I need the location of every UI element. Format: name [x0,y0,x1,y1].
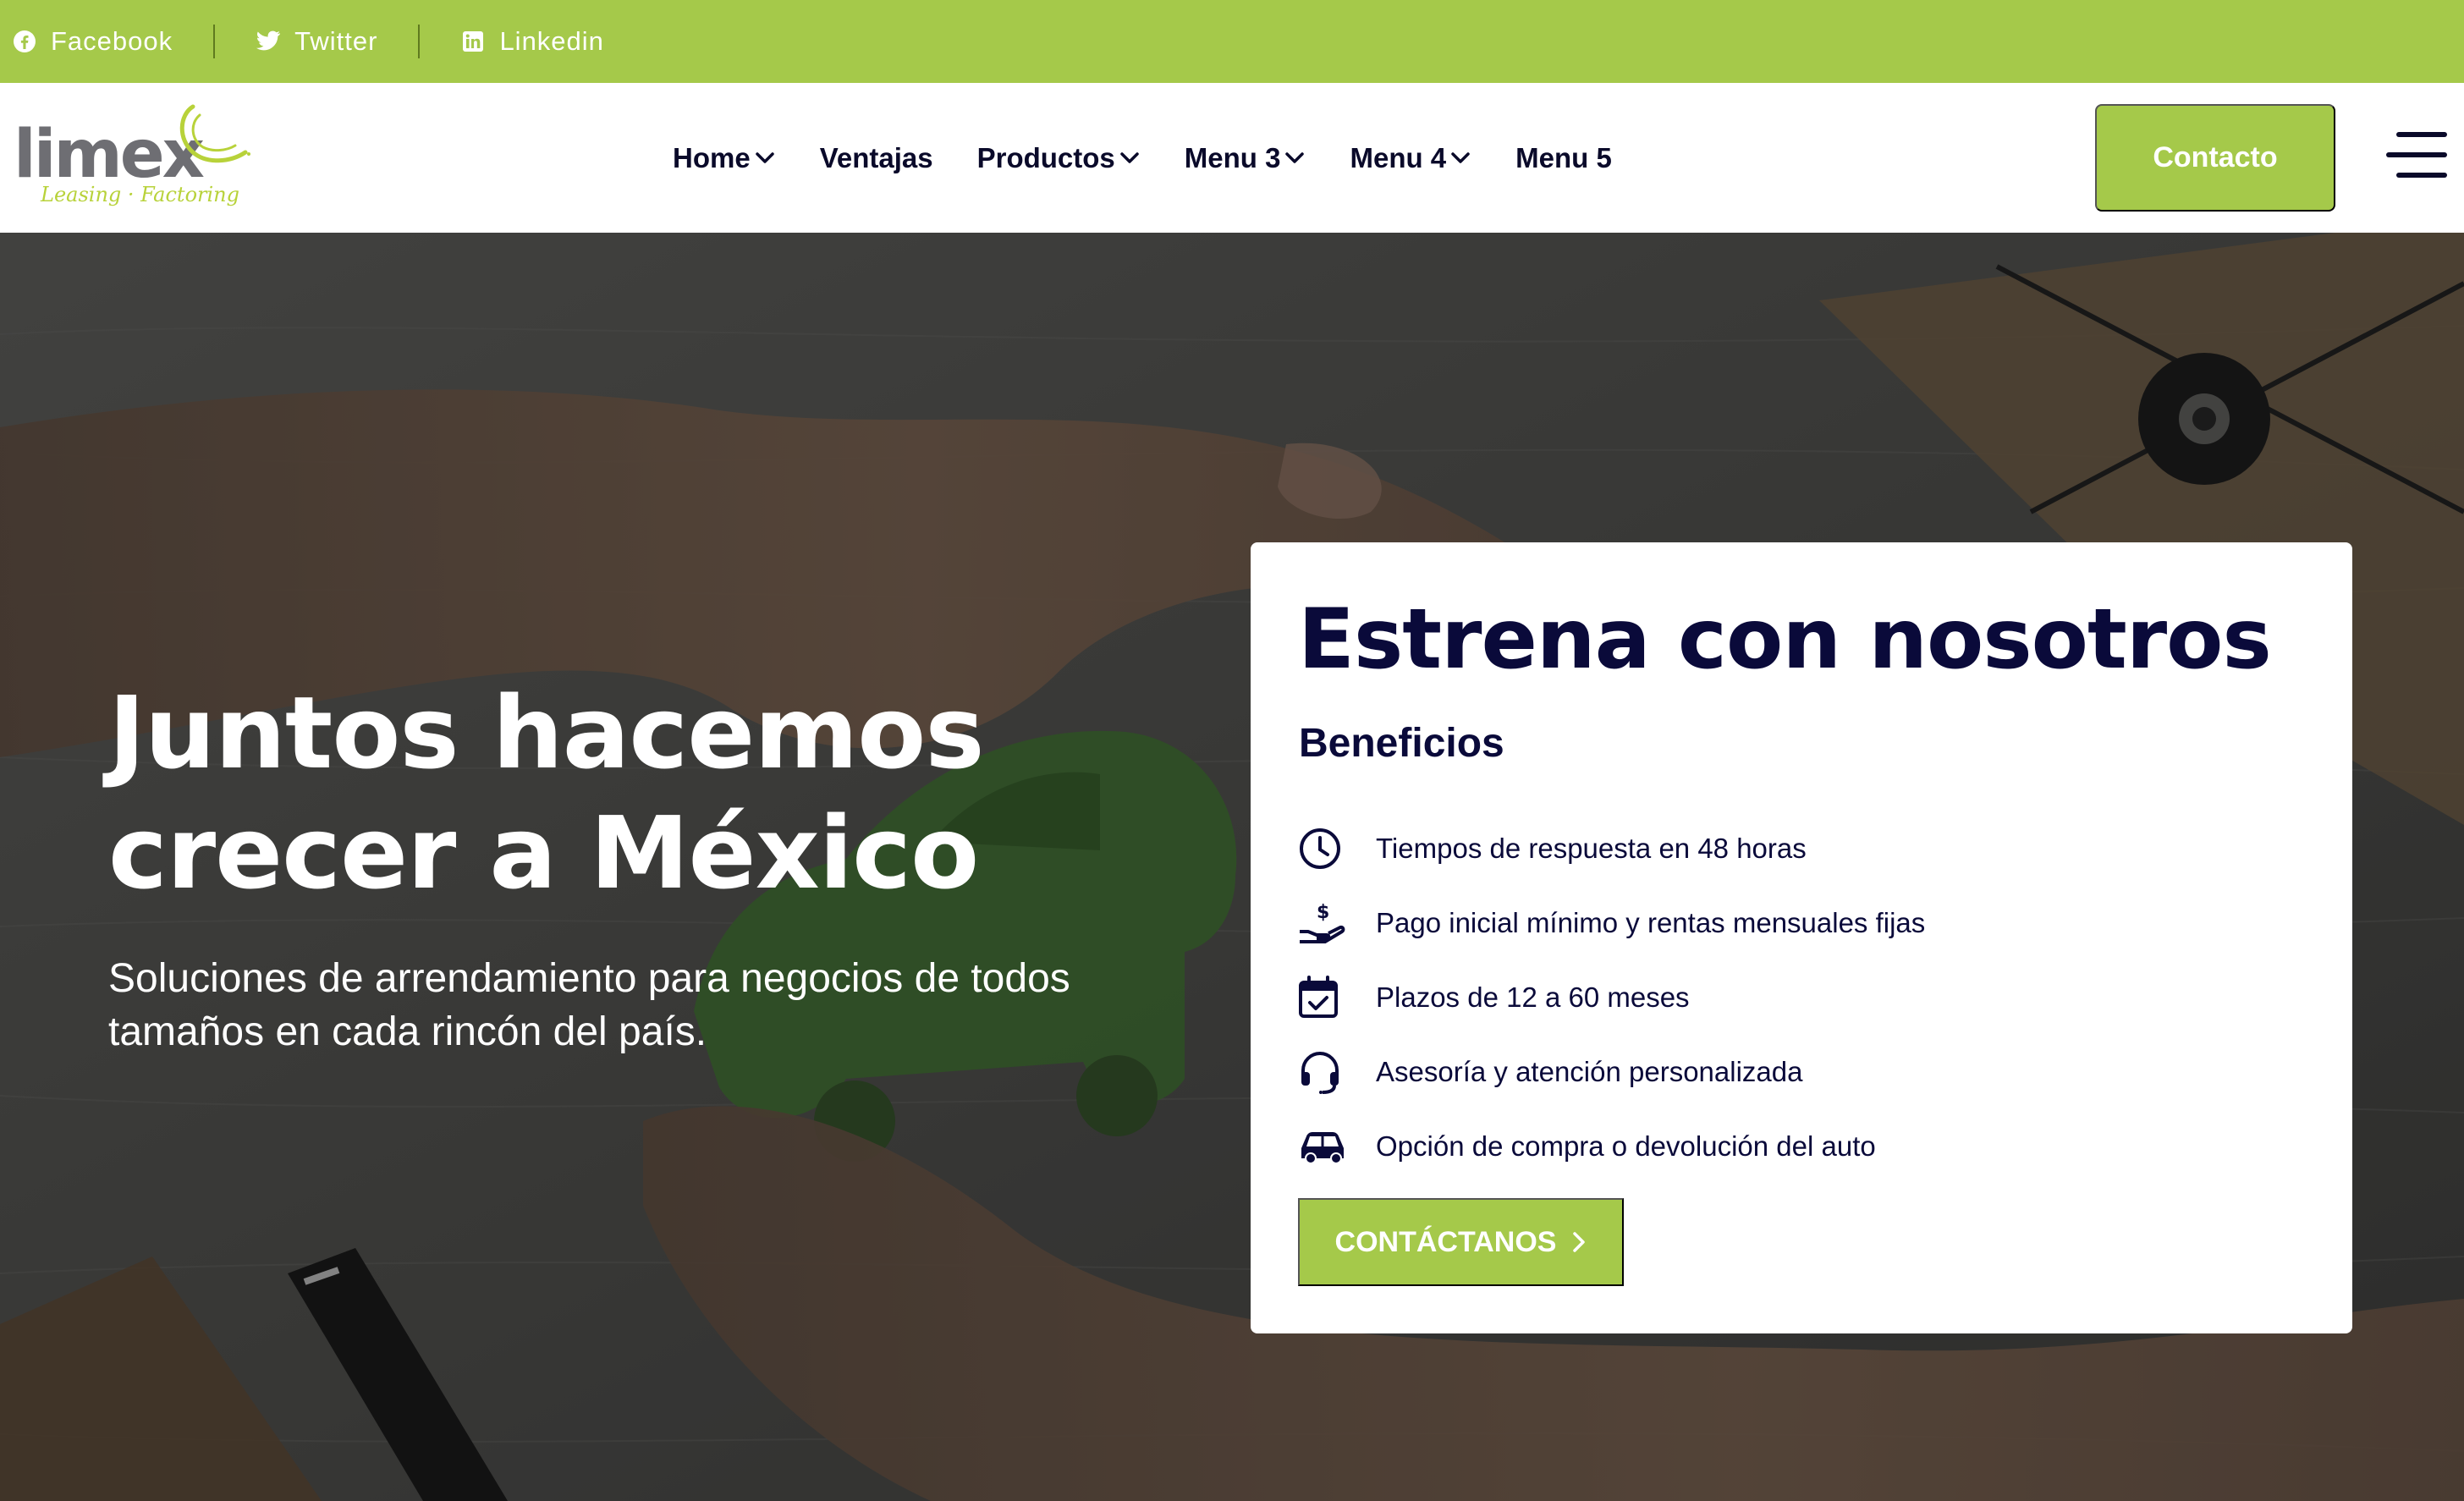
logo-crescent-icon [179,104,250,163]
list-item: Opción de compra o devolución del auto [1298,1109,1925,1184]
nav-item-label: Home [673,141,751,173]
nav-item-home[interactable]: Home [673,142,776,174]
facebook-link[interactable]: Facebook [12,26,173,57]
contact-button[interactable]: Contacto [2095,104,2335,212]
list-item: Plazos de 12 a 60 meses [1298,960,1925,1035]
contactanos-button[interactable]: CONTÁCTANOS [1298,1198,1624,1286]
nav-item-label: Ventajas [819,141,933,173]
nav-item-ventajas[interactable]: Ventajas [820,142,933,174]
nav-item-label: Menu 3 [1184,141,1281,173]
hero-section: Juntos hacemos crecer a México Solucione… [0,233,2464,1501]
hero-title: Juntos hacemos crecer a México [108,673,1208,913]
main-nav: Home Ventajas Productos Menu 3 Menu 4 Me… [673,83,1656,233]
benefit-text: Tiempos de respuesta en 48 horas [1376,833,1807,864]
twitter-link[interactable]: Twitter [256,26,377,57]
list-item: Tiempos de respuesta en 48 horas [1298,811,1925,886]
social-divider [213,25,216,58]
hand-dollar-icon: $ [1298,898,1349,948]
nav-item-menu-3[interactable]: Menu 3 [1185,142,1306,174]
chevron-down-icon [1284,147,1306,169]
linkedin-icon [460,29,486,54]
hamburger-line [2396,173,2447,178]
facebook-label: Facebook [51,26,173,56]
logo-tagline: Leasing · Factoring [41,183,239,206]
chevron-down-icon [1119,147,1141,169]
hamburger-icon[interactable] [2386,132,2447,183]
car-icon [1298,1121,1349,1172]
hero-title-line: crecer a México [108,794,979,911]
benefit-text: Pago inicial mínimo y rentas mensuales f… [1376,907,1926,938]
chevron-down-icon [1449,147,1471,169]
linkedin-label: Linkedin [499,26,604,56]
benefit-text: Opción de compra o devolución del auto [1376,1130,1876,1162]
card-subtitle: Beneficios [1299,721,1504,766]
nav-item-label: Menu 4 [1350,141,1447,173]
hero-subtitle: Soluciones de arrendamiento para negocio… [108,956,1070,1054]
nav-item-label: Productos [976,141,1115,173]
svg-text:$: $ [1317,902,1329,923]
hero-title-line: Juntos hacemos [108,674,985,791]
chevron-right-icon [1571,1230,1587,1254]
list-item: Asesoría y atención personalizada [1298,1035,1925,1109]
twitter-label: Twitter [294,26,378,56]
limex-logo[interactable]: limex Leasing · Factoring [14,102,250,212]
hamburger-line [2396,132,2447,137]
social-bar: Facebook Twitter Linkedin [0,0,2464,83]
nav-item-label: Menu 5 [1515,141,1612,173]
site-header: limex Leasing · Factoring Home Ventajas … [0,83,2464,233]
cta-label: CONTÁCTANOS [1334,1225,1557,1258]
clock-icon [1298,823,1349,874]
chevron-down-icon [754,147,776,169]
benefits-card: Estrena con nosotros Beneficios Tiempos … [1251,542,2352,1333]
nav-item-menu-4[interactable]: Menu 4 [1350,142,1471,174]
benefit-text: Asesoría y atención personalizada [1376,1056,1803,1087]
nav-item-productos[interactable]: Productos [977,142,1141,174]
benefits-list: Tiempos de respuesta en 48 horas $ Pago … [1298,811,1925,1184]
twitter-icon [256,29,281,54]
hamburger-line [2386,152,2447,157]
benefit-text: Plazos de 12 a 60 meses [1376,981,1690,1013]
card-title: Estrena con nosotros [1298,591,2272,688]
linkedin-link[interactable]: Linkedin [460,26,603,57]
calendar-check-icon [1298,972,1349,1023]
facebook-icon [12,29,37,54]
social-divider [418,25,421,58]
nav-item-menu-5[interactable]: Menu 5 [1515,142,1612,174]
list-item: $ Pago inicial mínimo y rentas mensuales… [1298,886,1925,960]
headset-icon [1298,1047,1349,1097]
